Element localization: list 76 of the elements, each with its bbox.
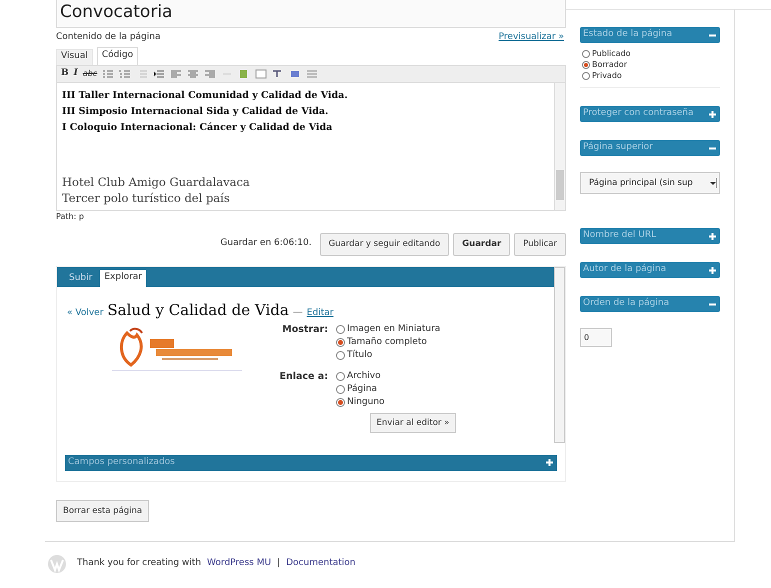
bold-button[interactable]: B <box>61 66 69 80</box>
radio-button[interactable] <box>336 398 345 407</box>
expand-icon[interactable] <box>708 232 717 240</box>
editor-tab[interactable]: Visual <box>56 48 93 64</box>
title-field[interactable]: Convocatoria <box>56 0 566 28</box>
order-input[interactable]: 0 <box>580 328 612 347</box>
radio-label: Imagen en Miniatura <box>347 322 440 336</box>
parent-page-select[interactable]: Página principal (sin sup <box>580 172 720 194</box>
numbered-list-icon[interactable] <box>119 68 132 78</box>
field-label: Mostrar: <box>281 323 329 337</box>
media-tab[interactable]: Subir <box>63 270 98 286</box>
wordpress-link[interactable]: WordPress MU <box>207 557 272 571</box>
delete-button[interactable]: Borrar esta página <box>56 500 150 522</box>
align-right-icon[interactable] <box>204 68 216 78</box>
radio-label: Borrador <box>592 58 627 70</box>
radio-label: Página <box>347 382 377 396</box>
title-dash: — <box>292 306 303 320</box>
radio-label: Archivo <box>347 370 381 383</box>
bullet-list-icon[interactable] <box>102 68 114 78</box>
save-button[interactable]: Guardar y seguir editando <box>320 232 450 256</box>
toolbar-toggle-icon[interactable] <box>306 68 318 78</box>
radio-label: Privado <box>592 70 622 82</box>
align-left-icon[interactable] <box>170 68 182 78</box>
back-link[interactable]: « Volver <box>67 306 104 320</box>
content-line: Tercer polo turístico del país <box>62 190 231 206</box>
content-line: III Taller Internacional Comunidad y Calidad de Vida. <box>62 88 349 102</box>
editor-tab[interactable]: Código <box>96 46 138 64</box>
preview-link[interactable]: Previsualizar » <box>498 31 564 44</box>
media-title: Salud y Calidad de Vida <box>107 300 289 320</box>
save-status: Guardar en 6:06:10. <box>220 237 312 250</box>
scrollbar[interactable] <box>554 82 565 210</box>
page-break-icon[interactable] <box>255 68 268 78</box>
edit-link[interactable]: Editar <box>306 306 334 320</box>
align-center-icon[interactable] <box>187 68 200 78</box>
box-title: Estado de la página <box>583 28 672 42</box>
scrollbar[interactable] <box>554 266 565 442</box>
send-button[interactable]: Enviar al editor » <box>370 413 456 433</box>
indent-icon[interactable] <box>153 68 166 78</box>
radio-label: Título <box>347 348 372 362</box>
path-label: Path: p <box>56 210 85 222</box>
field-label: Enlace a: <box>278 370 329 384</box>
box-title: Proteger con contraseña <box>583 107 694 120</box>
radio-label: Publicado <box>592 48 631 60</box>
footer-separator: | <box>277 557 280 570</box>
content-line: III Simposio Internacional Sida y Calidad de Vida. <box>62 104 330 118</box>
radio-button[interactable] <box>582 50 590 58</box>
content-line: I Coloquio Internacional: Cáncer y Calidad de Vida <box>62 120 334 134</box>
box-title: Nombre del URL <box>583 229 656 242</box>
documentation-link[interactable]: Documentation <box>286 557 356 571</box>
radio-button[interactable] <box>336 338 345 347</box>
expand-icon[interactable] <box>708 110 717 118</box>
footer-text: Thank you for creating with <box>77 557 202 570</box>
bar-title: Campos personalizados <box>68 456 175 469</box>
save-button[interactable]: Guardar <box>453 232 510 256</box>
radio-button[interactable] <box>582 72 590 80</box>
radio-button[interactable] <box>336 372 345 381</box>
radio-button[interactable] <box>336 351 345 360</box>
expand-icon[interactable] <box>708 266 717 274</box>
expand-icon[interactable] <box>545 458 554 467</box>
strikethrough-button[interactable]: abc <box>82 68 98 80</box>
content-line: Hotel Club Amigo Guardalavaca <box>62 174 251 190</box>
radio-label: Ninguno <box>347 396 385 409</box>
box-title: Orden de la página <box>583 297 670 310</box>
field-label: Contenido de la página <box>56 31 160 44</box>
save-button[interactable]: Publicar <box>514 232 566 256</box>
media-tab[interactable]: Explorar <box>100 270 146 286</box>
box-title: Página superior <box>583 141 653 154</box>
radio-button[interactable] <box>336 325 345 334</box>
dropdown-arrow-icon[interactable] <box>709 178 717 188</box>
box-title: Autor de la página <box>583 263 666 276</box>
radio-label: Tamaño completo <box>347 336 427 349</box>
radio-button[interactable] <box>336 385 345 394</box>
italic-button[interactable]: I <box>74 66 78 80</box>
radio-button[interactable] <box>582 60 590 68</box>
select-value: Página principal (sin sup <box>589 176 693 190</box>
media-icon[interactable] <box>289 68 302 78</box>
